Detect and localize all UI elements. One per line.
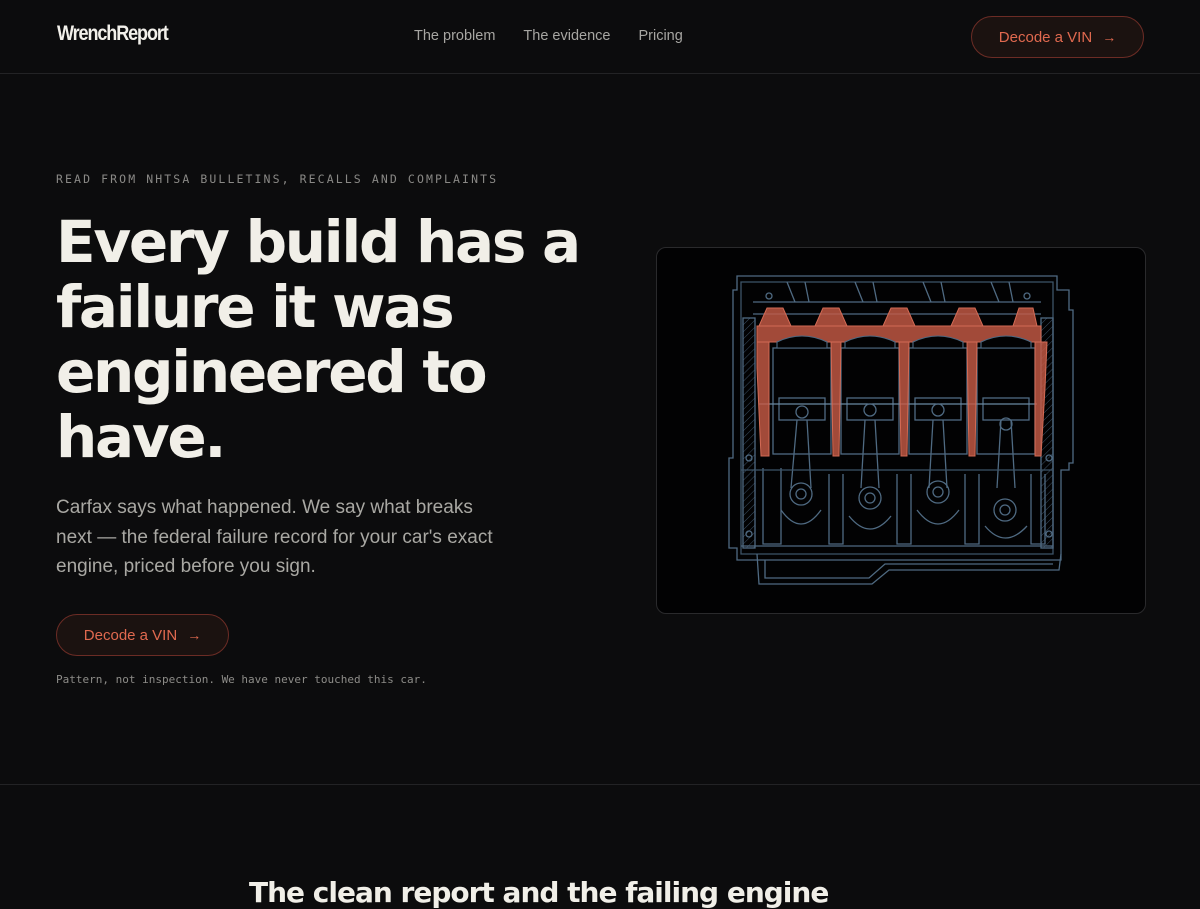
nav-cta-label: Decode a VIN [998, 28, 1093, 46]
hero-headline: Every build has a failure it was enginee… [56, 208, 581, 471]
hero-eyebrow: READ FROM NHTSA BULLETINS, RECALLS AND C… [56, 172, 499, 186]
hero-decode-vin-button[interactable]: Decode a VIN → [56, 614, 229, 656]
hero-subhead: Carfax says what happened. We say what b… [56, 497, 493, 577]
main-nav: The problem The evidence Pricing [414, 28, 683, 44]
engine-illustration-card [656, 247, 1146, 614]
arrow-right-icon: → [1102, 29, 1117, 45]
top-navigation-bar: WrenchReport The problem The evidence Pr… [0, 0, 1200, 74]
nav-decode-vin-button[interactable]: Decode a VIN → [971, 16, 1144, 58]
hero-cta-label: Decode a VIN [83, 626, 178, 644]
engine-block-cutaway-icon [728, 275, 1074, 585]
problem-section-title: The clean report and the failing engine [249, 876, 829, 909]
section-divider [0, 784, 1200, 785]
brand-logo[interactable]: WrenchReport [57, 22, 169, 46]
nav-link-the-evidence[interactable]: The evidence [523, 28, 610, 44]
arrow-right-icon: → [187, 627, 202, 643]
nav-link-pricing[interactable]: Pricing [638, 28, 682, 44]
failure-highlight-cylinder-head [756, 307, 1048, 457]
nav-link-the-problem[interactable]: The problem [414, 28, 495, 44]
hero-disclaimer: Pattern, not inspection. We have never t… [56, 673, 427, 686]
